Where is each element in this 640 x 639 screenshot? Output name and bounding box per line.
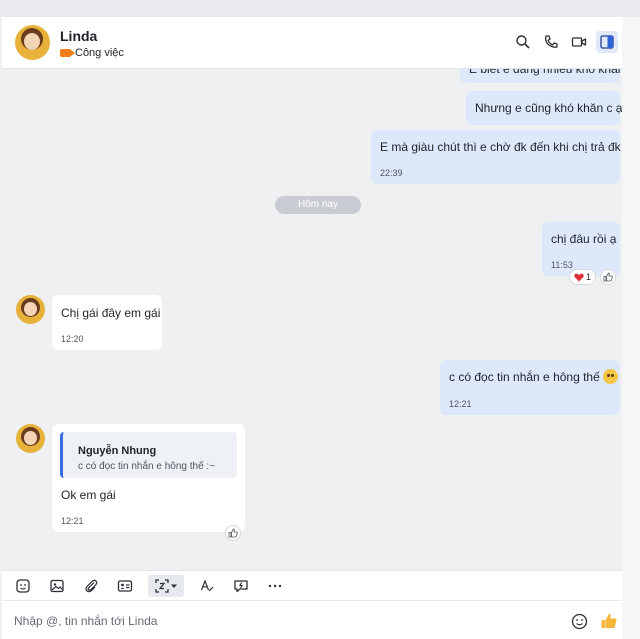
- like-button[interactable]: [600, 269, 616, 285]
- message-bubble-mine[interactable]: E mà giàu chút thì e chờ đk đến khi chị …: [371, 130, 622, 184]
- image-icon: [50, 579, 64, 592]
- screenshot-button[interactable]: [148, 574, 184, 597]
- message-time: 22:39: [380, 168, 403, 178]
- message-text-with-emoji: c có đọc tin nhắn e hông thế: [449, 369, 619, 385]
- message-text: Chị gái đây em gái: [61, 306, 161, 320]
- message-time: 12:21: [449, 399, 472, 409]
- input-actions: [568, 610, 620, 632]
- contact-avatar[interactable]: [15, 25, 50, 60]
- header-actions: [512, 31, 618, 53]
- message-text: E mà giàu chút thì e chờ đk đến khi chị …: [380, 140, 622, 154]
- screenshot-icon: [155, 578, 169, 593]
- sidebar-toggle-icon: [600, 35, 614, 49]
- contact-card-icon: [117, 579, 133, 592]
- contact-card-button[interactable]: [114, 575, 136, 597]
- more-button[interactable]: [264, 575, 286, 597]
- video-icon: [571, 37, 587, 47]
- sender-avatar[interactable]: [16, 295, 45, 324]
- contact-status: Công việc: [60, 47, 124, 59]
- quick-reply-button[interactable]: [230, 575, 252, 597]
- chat-window: Linda Công việc E biết e đang nhiều khó …: [0, 0, 640, 639]
- message-time: 12:21: [61, 516, 84, 526]
- message-input-bar[interactable]: Nhập @, tin nhắn tới Linda: [2, 600, 622, 639]
- message-text: c có đọc tin nhắn e hông thế: [449, 370, 600, 384]
- text-format-button[interactable]: [196, 575, 218, 597]
- message-time: 12:20: [61, 334, 84, 344]
- send-like-button[interactable]: [598, 610, 620, 632]
- sidebar-toggle-button[interactable]: [596, 31, 618, 53]
- message-text: Nhưng e cũng khó khăn c ạ: [475, 101, 622, 115]
- emoji-icon: [16, 578, 30, 593]
- chevron-down-icon: [171, 584, 177, 588]
- video-call-button[interactable]: [568, 31, 590, 53]
- search-icon: [516, 35, 530, 49]
- message-list[interactable]: E biết e đang nhiều khó khăn Nhưng e cũn…: [2, 69, 622, 570]
- message-text: Ok em gái: [61, 488, 116, 502]
- thumbs-up-icon: [228, 528, 238, 538]
- composer-toolbar: [2, 570, 622, 600]
- message-bubble-mine[interactable]: chị đâu rồi ạ 11:53: [542, 222, 620, 276]
- paperclip-icon: [85, 579, 98, 592]
- emoji-picker-button[interactable]: [568, 610, 590, 632]
- attach-button[interactable]: [80, 575, 102, 597]
- image-button[interactable]: [46, 575, 68, 597]
- quoted-message[interactable]: Nguyễn Nhung c có đọc tin nhắn e hông th…: [60, 432, 237, 478]
- heart-icon: [574, 273, 584, 281]
- contact-name[interactable]: Linda: [60, 28, 97, 44]
- message-time: 11:53: [551, 260, 573, 270]
- status-tag-icon: [60, 49, 75, 57]
- sender-avatar[interactable]: [16, 424, 45, 453]
- smiley-icon: [571, 613, 587, 629]
- reaction-badge[interactable]: 1: [569, 269, 597, 285]
- message-text: chị đâu rồi ạ: [551, 232, 617, 246]
- worried-face-emoji-icon: [603, 369, 619, 384]
- quoted-text: c có đọc tin nhắn e hông thế :~: [78, 461, 216, 472]
- reaction-count: 1: [586, 272, 592, 282]
- call-button[interactable]: [540, 31, 562, 53]
- message-bubble-mine[interactable]: Nhưng e cũng khó khăn c ạ: [466, 91, 622, 125]
- search-button[interactable]: [512, 31, 534, 53]
- message-bubble-mine[interactable]: E biết e đang nhiều khó khăn: [460, 69, 622, 83]
- message-bubble-mine[interactable]: c có đọc tin nhắn e hông thế 12:21: [440, 360, 620, 415]
- like-button[interactable]: [225, 525, 241, 541]
- top-strip: [0, 0, 640, 17]
- date-divider: Hôm nay: [275, 196, 361, 214]
- phone-icon: [545, 35, 558, 48]
- contact-status-label: Công việc: [75, 47, 124, 59]
- text-format-icon: [200, 578, 214, 591]
- chat-header: Linda Công việc: [2, 17, 622, 69]
- quick-reply-icon: [234, 579, 248, 592]
- emoji-button[interactable]: [12, 575, 34, 597]
- message-bubble-theirs[interactable]: Nguyễn Nhung c có đọc tin nhắn e hông th…: [52, 424, 245, 532]
- message-input-placeholder[interactable]: Nhập @, tin nhắn tới Linda: [14, 614, 157, 628]
- more-icon: [268, 584, 282, 587]
- message-text: E biết e đang nhiều khó khăn: [469, 69, 622, 76]
- quoted-sender: Nguyễn Nhung: [78, 445, 157, 457]
- thumbs-up-icon: [603, 272, 613, 282]
- right-panel-edge: [622, 17, 640, 639]
- message-bubble-theirs[interactable]: Chị gái đây em gái 12:20: [52, 295, 162, 350]
- thumbs-up-icon: [601, 613, 617, 628]
